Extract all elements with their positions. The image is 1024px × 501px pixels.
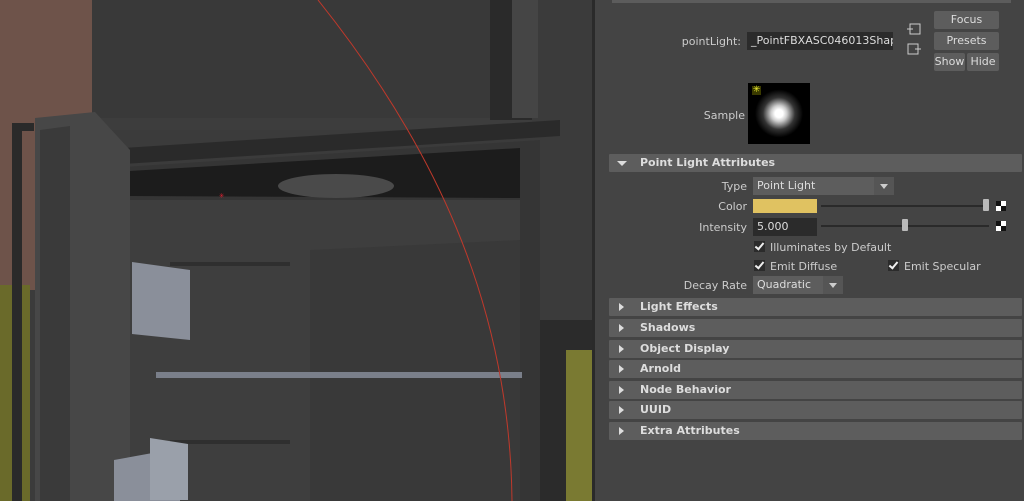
section-node-behavior[interactable]: Node Behavior — [609, 381, 1022, 399]
expand-arrow-icon — [617, 401, 627, 419]
node-name-field[interactable]: _PointFBXASC046013Shape — [747, 32, 893, 50]
type-label: Type — [721, 180, 747, 193]
svg-text:✳: ✳ — [219, 191, 225, 201]
emit-diffuse-label: Emit Diffuse — [770, 260, 838, 273]
chevron-down-icon — [874, 177, 894, 195]
section-shadows[interactable]: Shadows — [609, 319, 1022, 337]
color-slider-track[interactable] — [821, 205, 989, 207]
viewport-scene: ✳ — [0, 0, 592, 501]
presets-button[interactable]: Presets — [934, 32, 999, 50]
expand-arrow-icon — [617, 360, 627, 378]
illuminates-by-default-checkbox[interactable] — [754, 241, 765, 252]
map-checker-icon[interactable] — [996, 201, 1006, 211]
point-light-node-icon: ✳ — [752, 85, 761, 95]
panel-top-bar — [612, 0, 1011, 3]
emit-specular-checkbox[interactable] — [888, 260, 899, 271]
expand-arrow-icon — [617, 154, 627, 172]
node-type-label: pointLight: — [681, 35, 741, 48]
section-uuid[interactable]: UUID — [609, 401, 1022, 419]
decay-rate-value: Quadratic — [757, 278, 812, 291]
color-slider-handle[interactable] — [983, 199, 989, 211]
type-dropdown[interactable]: Point Light — [753, 177, 894, 195]
section-light-effects[interactable]: Light Effects — [609, 298, 1022, 316]
section-extra-attributes[interactable]: Extra Attributes — [609, 422, 1022, 440]
viewport-3d[interactable]: ✳ — [0, 0, 592, 501]
expand-arrow-icon — [617, 340, 627, 358]
color-swatch[interactable] — [753, 199, 817, 213]
intensity-label: Intensity — [699, 221, 747, 234]
input-connection-icon[interactable] — [907, 23, 921, 35]
emit-diffuse-checkbox[interactable] — [754, 260, 765, 271]
expand-arrow-icon — [617, 381, 627, 399]
output-connection-icon[interactable] — [907, 43, 921, 55]
expand-arrow-icon — [617, 319, 627, 337]
section-point-light-attributes[interactable]: Point Light Attributes — [609, 154, 1022, 172]
focus-button[interactable]: Focus — [934, 11, 999, 29]
expand-arrow-icon — [617, 422, 627, 440]
expand-arrow-icon — [617, 298, 627, 316]
illuminates-by-default-label: Illuminates by Default — [770, 241, 892, 254]
map-checker-icon[interactable] — [996, 221, 1006, 231]
decay-rate-label: Decay Rate — [683, 279, 747, 292]
sample-label: Sample — [703, 109, 745, 122]
emit-specular-label: Emit Specular — [904, 260, 981, 273]
attribute-editor: pointLight: _PointFBXASC046013Shape Focu… — [595, 0, 1024, 501]
type-value: Point Light — [757, 179, 816, 192]
section-object-display[interactable]: Object Display — [609, 340, 1022, 358]
decay-rate-dropdown[interactable]: Quadratic — [753, 276, 843, 294]
color-label: Color — [718, 200, 747, 213]
intensity-input[interactable]: 5.000 — [753, 218, 817, 236]
hide-button[interactable]: Hide — [967, 53, 999, 71]
section-arnold[interactable]: Arnold — [609, 360, 1022, 378]
chevron-down-icon — [823, 276, 843, 294]
intensity-slider-handle[interactable] — [902, 219, 908, 231]
show-button[interactable]: Show — [934, 53, 965, 71]
